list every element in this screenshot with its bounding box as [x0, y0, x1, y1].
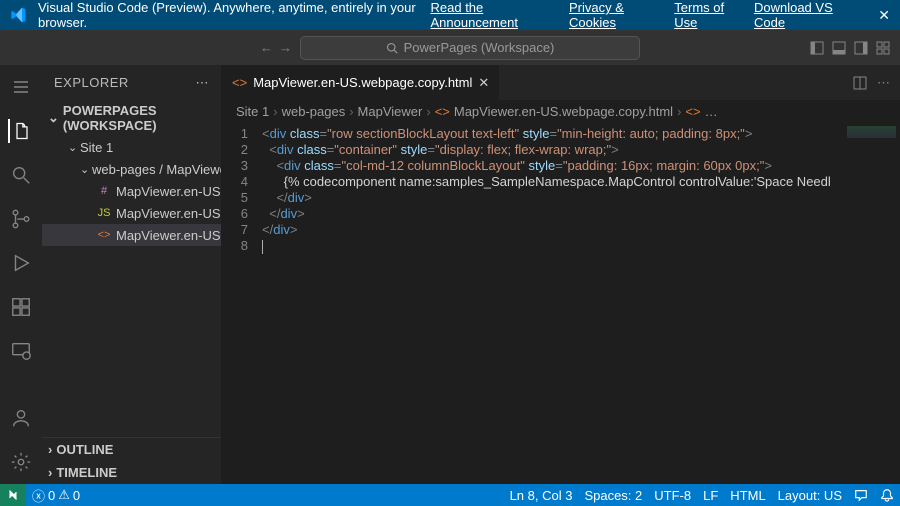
title-bar: ← → PowerPages (Workspace)	[0, 30, 900, 65]
file-tree: ⌄ Site 1 ⌄ web-pages / MapViewer # MapVie…	[42, 136, 221, 437]
tree-label: web-pages / MapViewer	[92, 162, 221, 177]
breadcrumb-item[interactable]: web-pages	[282, 104, 346, 119]
close-tab-icon[interactable]: ✕	[478, 75, 489, 91]
keyboard-layout[interactable]: Layout: US	[772, 488, 848, 503]
minimap[interactable]	[842, 122, 900, 484]
language-mode[interactable]: HTML	[724, 488, 771, 503]
tree-file[interactable]: JS MapViewer.en-US.customj…	[42, 202, 221, 224]
feedback-icon[interactable]	[848, 488, 874, 502]
chevron-right-icon: ›	[48, 465, 52, 480]
layout-panel-icon[interactable]	[832, 41, 846, 55]
remote-indicator[interactable]	[0, 484, 26, 506]
explorer-title: EXPLORER	[54, 75, 129, 90]
timeline-section[interactable]: › TIMELINE	[42, 461, 221, 484]
html-file-icon: <>	[435, 104, 450, 119]
banner-link-privacy[interactable]: Privacy & Cookies	[569, 0, 662, 30]
workspace-name: POWERPAGES (WORKSPACE)	[63, 103, 215, 133]
run-debug-icon[interactable]	[9, 251, 33, 275]
back-icon[interactable]: ←	[260, 40, 273, 55]
more-actions-icon[interactable]: ⋯	[877, 75, 890, 91]
banner-link-download[interactable]: Download VS Code	[754, 0, 854, 30]
command-center-text: PowerPages (Workspace)	[404, 40, 555, 55]
outline-section[interactable]: › OUTLINE	[42, 438, 221, 461]
activity-bar	[0, 65, 42, 484]
explorer-icon[interactable]	[8, 119, 32, 143]
chevron-down-icon: ⌄	[68, 141, 80, 154]
chevron-down-icon: ⌄	[80, 163, 92, 176]
tree-folder-site1[interactable]: ⌄ Site 1	[42, 136, 221, 158]
explorer-sidebar: EXPLORER ⋯ ⌄ POWERPAGES (WORKSPACE) ⌄ Si…	[42, 65, 222, 484]
search-activity-icon[interactable]	[9, 163, 33, 187]
account-icon[interactable]	[9, 406, 33, 430]
breadcrumbs[interactable]: Site 1›web-pages›MapViewer›<>MapViewer.e…	[222, 100, 900, 122]
explorer-header: EXPLORER ⋯	[42, 65, 221, 100]
code-editor[interactable]: 12345678 <div class="row sectionBlockLay…	[222, 122, 900, 484]
breadcrumb-item[interactable]: Site 1	[236, 104, 269, 119]
code-content[interactable]: <div class="row sectionBlockLayout text-…	[262, 122, 842, 484]
html-file-icon: <>	[685, 104, 700, 119]
html-file-icon: <>	[232, 75, 247, 90]
cursor-position[interactable]: Ln 8, Col 3	[504, 488, 579, 503]
encoding[interactable]: UTF-8	[648, 488, 697, 503]
tree-label: Site 1	[80, 140, 113, 155]
file-type-icon: JS	[96, 207, 112, 219]
extensions-icon[interactable]	[9, 295, 33, 319]
vscode-icon	[10, 7, 26, 23]
banner-title: Visual Studio Code (Preview). Anywhere, …	[38, 0, 419, 30]
settings-gear-icon[interactable]	[9, 450, 33, 474]
info-banner: Visual Studio Code (Preview). Anywhere, …	[0, 0, 900, 30]
editor-tabs: <> MapViewer.en-US.webpage.copy.html ✕ ⋯	[222, 65, 900, 100]
chevron-down-icon: ⌄	[48, 110, 59, 126]
notifications-icon[interactable]	[874, 488, 900, 502]
banner-link-terms[interactable]: Terms of Use	[674, 0, 742, 30]
workspace-section[interactable]: ⌄ POWERPAGES (WORKSPACE)	[42, 100, 221, 136]
status-bar: ⓧ0 ⚠0 Ln 8, Col 3 Spaces: 2 UTF-8 LF HTM…	[0, 484, 900, 506]
tree-file[interactable]: <> MapViewer.en-US.webpag…	[42, 224, 221, 246]
breadcrumb-item[interactable]: MapViewer	[358, 104, 423, 119]
command-center[interactable]: PowerPages (Workspace)	[300, 36, 640, 60]
layout-sidebar-right-icon[interactable]	[854, 41, 868, 55]
timeline-label: TIMELINE	[56, 465, 117, 480]
breadcrumb-item[interactable]: MapViewer.en-US.webpage.copy.html	[454, 104, 673, 119]
line-numbers: 12345678	[222, 122, 262, 484]
banner-link-announcement[interactable]: Read the Announcement	[431, 0, 558, 30]
nav-arrows: ← →	[260, 40, 292, 55]
outline-label: OUTLINE	[56, 442, 113, 457]
file-name: MapViewer.en-US.customj…	[116, 206, 221, 221]
layout-customize-icon[interactable]	[876, 41, 890, 55]
editor-area: <> MapViewer.en-US.webpage.copy.html ✕ ⋯…	[222, 65, 900, 484]
file-name: MapViewer.en-US.customc…	[116, 184, 221, 199]
error-icon: ⓧ	[32, 486, 45, 505]
warning-icon: ⚠	[58, 487, 70, 503]
tree-folder-mapviewer[interactable]: ⌄ web-pages / MapViewer	[42, 158, 221, 180]
file-type-icon: #	[96, 185, 112, 197]
indentation[interactable]: Spaces: 2	[578, 488, 648, 503]
search-icon	[386, 42, 398, 54]
file-type-icon: <>	[96, 229, 112, 241]
source-control-icon[interactable]	[9, 207, 33, 231]
layout-sidebar-left-icon[interactable]	[810, 41, 824, 55]
eol[interactable]: LF	[697, 488, 724, 503]
tree-file[interactable]: # MapViewer.en-US.customc…	[42, 180, 221, 202]
more-icon[interactable]: ⋯	[196, 75, 210, 91]
breadcrumb-item[interactable]: …	[705, 104, 718, 119]
tab-title: MapViewer.en-US.webpage.copy.html	[253, 75, 472, 90]
layout-controls	[810, 41, 890, 55]
problems-indicator[interactable]: ⓧ0 ⚠0	[26, 484, 86, 506]
editor-tab[interactable]: <> MapViewer.en-US.webpage.copy.html ✕	[222, 65, 500, 100]
forward-icon[interactable]: →	[279, 40, 292, 55]
close-icon[interactable]: ✕	[878, 7, 890, 24]
chevron-right-icon: ›	[48, 442, 52, 457]
split-editor-icon[interactable]	[853, 76, 867, 90]
file-name: MapViewer.en-US.webpag…	[116, 228, 221, 243]
menu-icon[interactable]	[9, 75, 33, 99]
remote-explorer-icon[interactable]	[9, 339, 33, 363]
